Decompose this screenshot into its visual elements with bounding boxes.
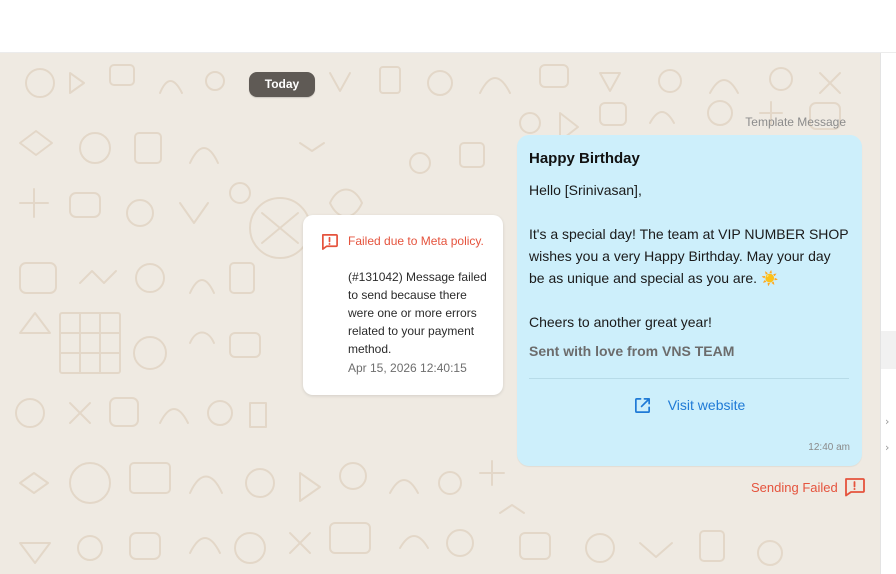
message-footer: Sent with love from VNS TEAM — [529, 343, 735, 359]
message-body: It's a special day! The team at VIP NUMB… — [529, 226, 849, 286]
side-panel-marker — [881, 331, 896, 369]
template-message-label: Template Message — [745, 115, 846, 129]
message-closing: Cheers to another great year! — [529, 314, 712, 330]
alert-message-icon — [321, 233, 338, 250]
message-time: 12:40 am — [808, 442, 850, 453]
side-panel-edge: › › — [880, 53, 896, 574]
sun-emoji: ☀️ — [760, 270, 779, 286]
error-title: Failed due to Meta policy. — [348, 234, 484, 248]
side-panel-glyph: › — [885, 415, 890, 428]
error-message: (#131042) Message failed to send because… — [348, 270, 487, 356]
message-greeting: Hello [Srinivasan], — [529, 182, 642, 198]
error-card: Failed due to Meta policy. (#131042) Mes… — [303, 215, 503, 395]
message-title: Happy Birthday — [529, 150, 640, 167]
visit-website-label: Visit website — [667, 397, 746, 413]
chat-header — [0, 0, 896, 53]
sending-failed-label: Sending Failed — [751, 479, 838, 495]
external-link-icon — [634, 397, 650, 413]
button-divider — [529, 378, 849, 379]
alert-message-icon[interactable] — [844, 477, 865, 497]
send-status: Sending Failed — [751, 477, 865, 497]
visit-website-button[interactable]: Visit website — [529, 387, 849, 423]
message-body-wrap: It's a special day! The team at VIP NUMB… — [529, 223, 849, 289]
side-panel-glyph: › — [885, 441, 890, 454]
date-chip: Today — [249, 72, 315, 97]
chat-area: Today Template Message Failed due to Met… — [0, 53, 880, 574]
error-timestamp: Apr 15, 2026 12:40:15 — [348, 361, 467, 375]
template-message-bubble: Happy Birthday Hello [Srinivasan], It's … — [517, 135, 862, 466]
